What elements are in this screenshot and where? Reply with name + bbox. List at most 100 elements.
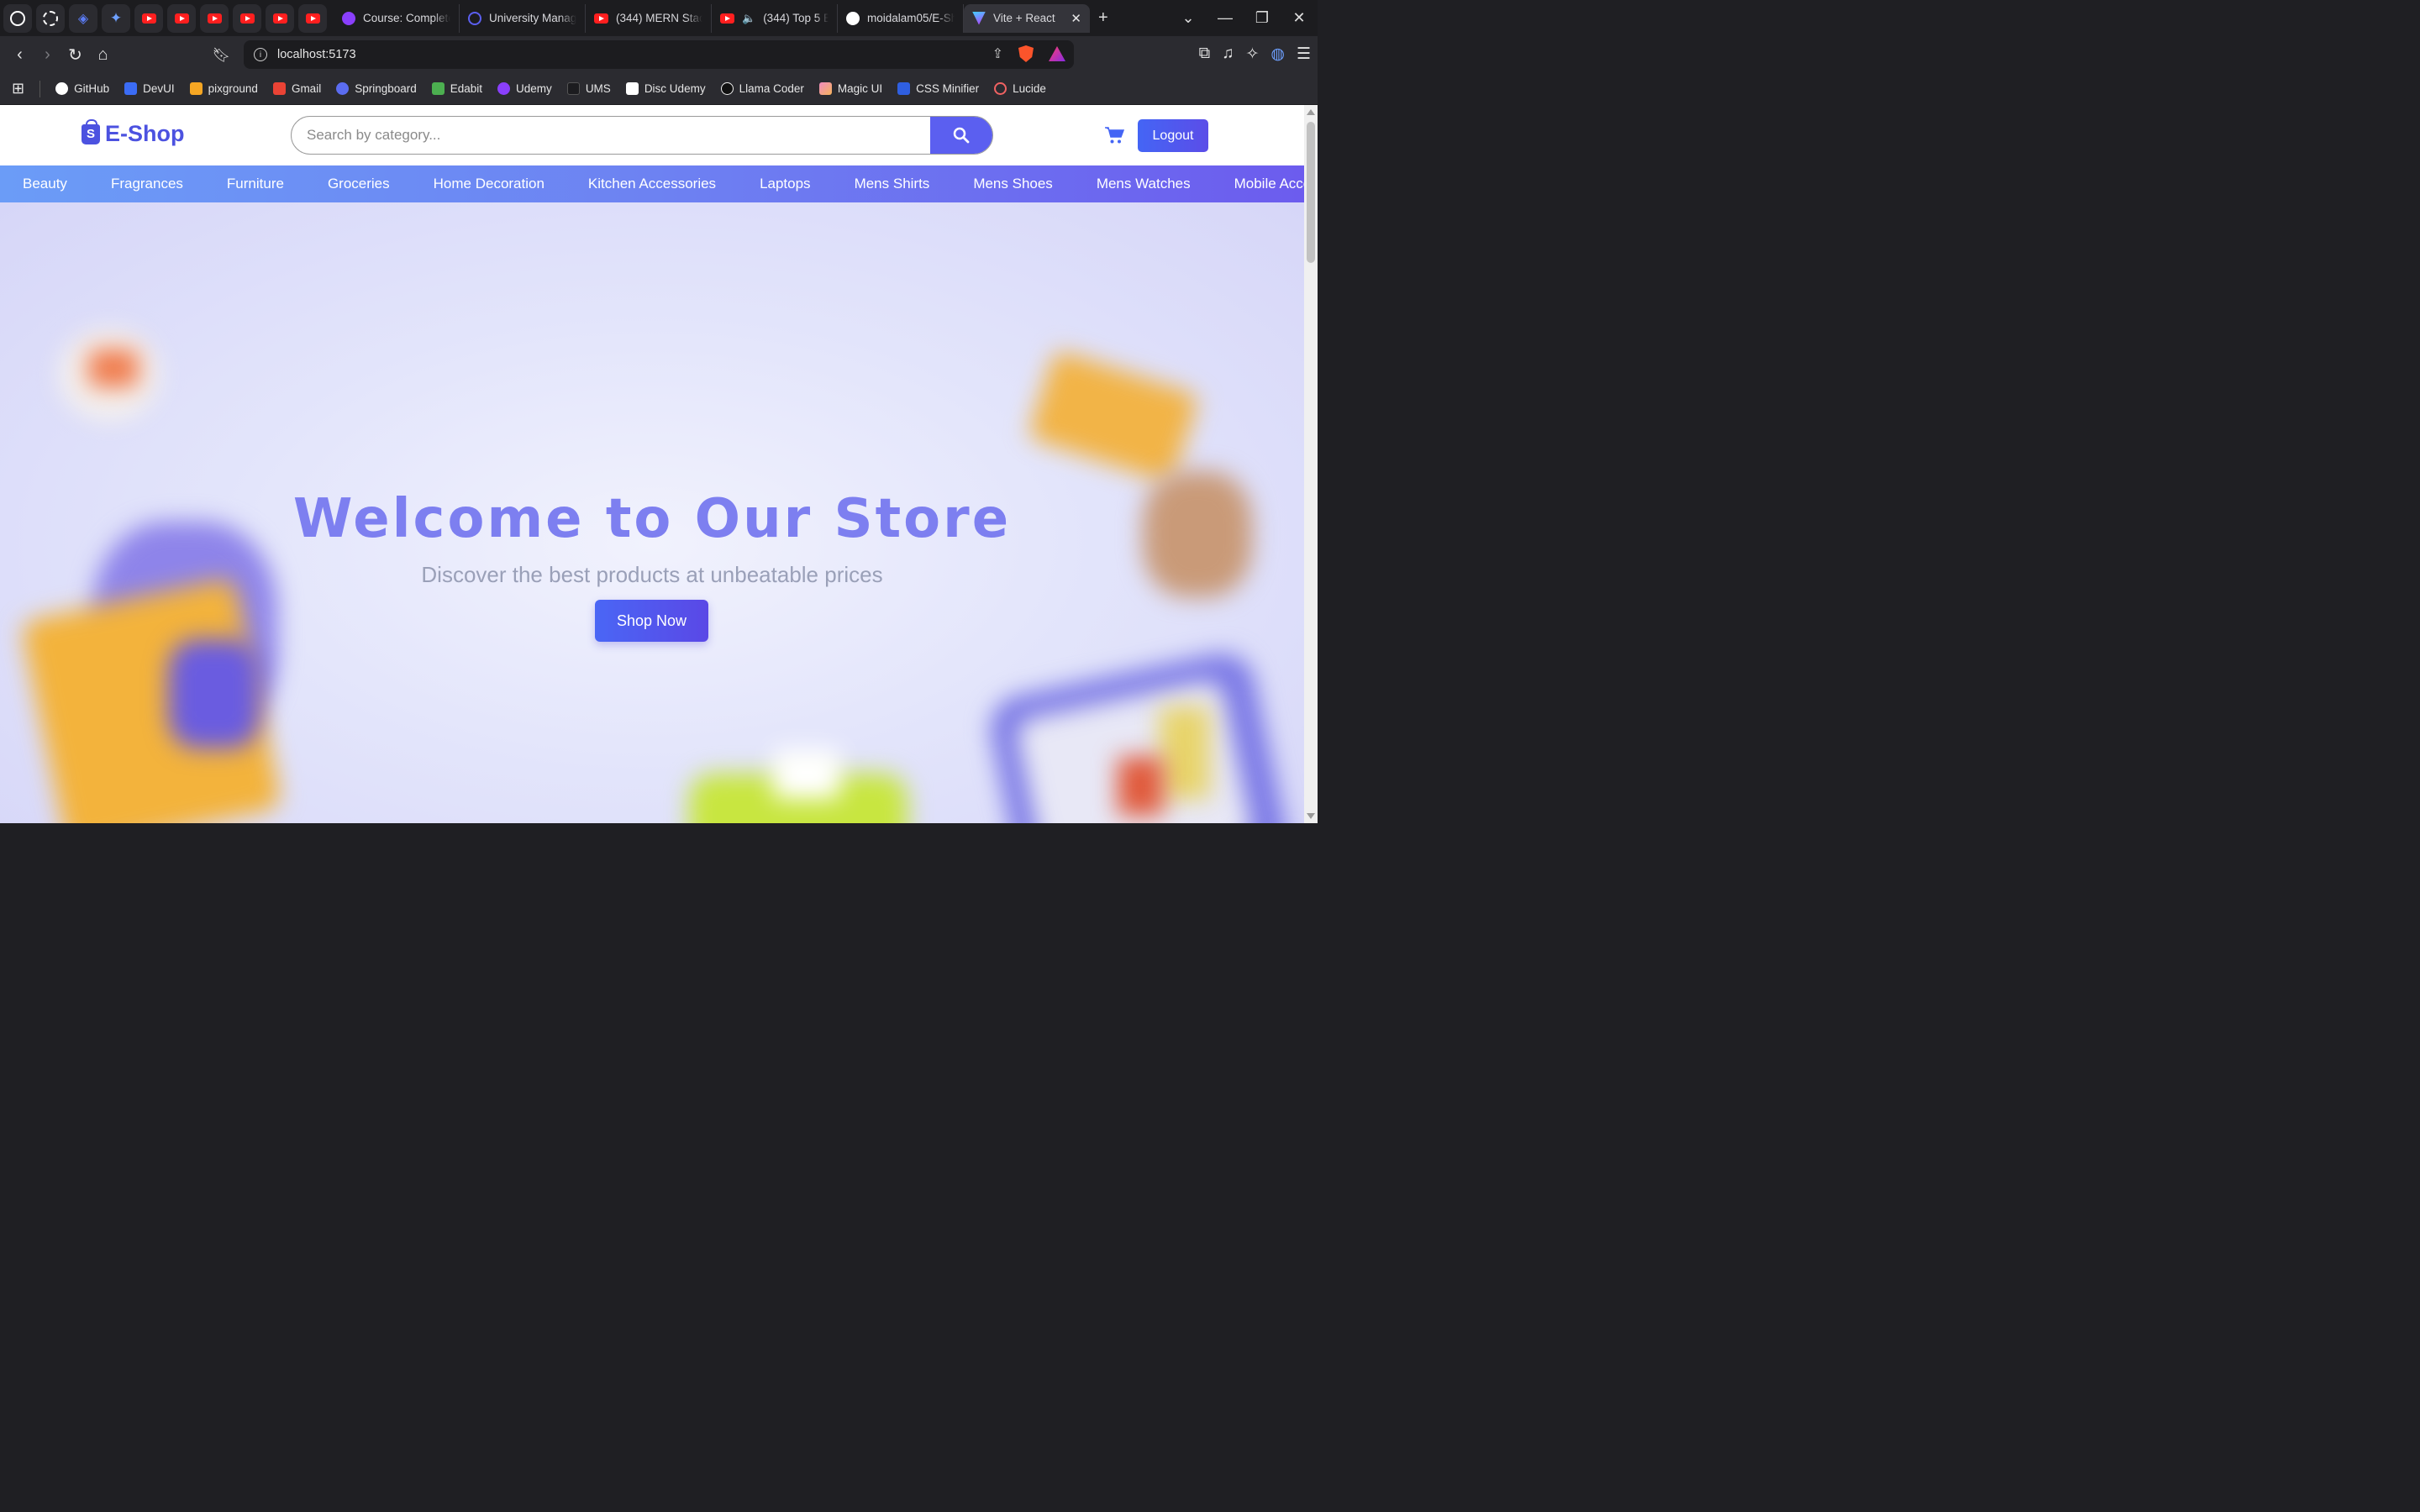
pinned-tab-deepseek[interactable]: ◈ bbox=[69, 3, 97, 33]
tab-strip: ◈ ✦ Course: Complete University Manag (3… bbox=[0, 0, 1318, 36]
pinned-tab-youtube[interactable] bbox=[266, 3, 294, 33]
bookmark-udemy[interactable]: Udemy bbox=[497, 82, 552, 95]
category-nav: Beauty Fragrances Furniture Groceries Ho… bbox=[0, 165, 1304, 202]
ums-icon bbox=[566, 82, 580, 95]
category-link[interactable]: Mens Shirts bbox=[855, 176, 930, 192]
search-bar bbox=[291, 116, 993, 155]
hero-subtitle: Discover the best products at unbeatable… bbox=[421, 562, 883, 587]
bookmark-pixground[interactable]: pixground bbox=[189, 82, 258, 95]
lucide-icon bbox=[994, 82, 1007, 95]
tab-title: Vite + React bbox=[993, 12, 1055, 24]
restore-button[interactable]: ❐ bbox=[1244, 9, 1281, 27]
close-window-button[interactable]: ✕ bbox=[1281, 9, 1318, 27]
bookmark-ums[interactable]: UMS bbox=[566, 82, 611, 95]
category-link[interactable]: Mobile Accessories bbox=[1234, 176, 1304, 192]
hero-background-art bbox=[1160, 706, 1210, 799]
media-icon[interactable]: ♫ bbox=[1222, 45, 1234, 64]
bookmark-llama-coder[interactable]: Llama Coder bbox=[720, 82, 804, 95]
site-logo[interactable]: E-Shop bbox=[82, 118, 185, 147]
bookmark-gmail[interactable]: Gmail bbox=[272, 82, 322, 95]
reload-button[interactable]: ↻ bbox=[61, 41, 89, 69]
bookmark-css-minifier[interactable]: CSS Minifier bbox=[897, 82, 979, 95]
pinned-tab-youtube[interactable] bbox=[233, 3, 261, 33]
category-link[interactable]: Groceries bbox=[328, 176, 390, 192]
hero-section: Welcome to Our Store Discover the best p… bbox=[0, 202, 1304, 823]
youtube-icon bbox=[720, 13, 734, 24]
shopping-bag-icon bbox=[82, 118, 100, 144]
tab-search-icon[interactable]: ⌄ bbox=[1170, 9, 1207, 27]
category-link[interactable]: Mens Watches bbox=[1097, 176, 1191, 192]
share-icon[interactable]: ⇪ bbox=[992, 45, 1003, 62]
youtube-icon bbox=[141, 13, 156, 24]
pinned-tab-gemini[interactable]: ✦ bbox=[102, 3, 130, 33]
whatsapp-icon bbox=[10, 10, 25, 26]
apps-grid-icon[interactable]: ⊞ bbox=[12, 80, 24, 97]
tab-course[interactable]: Course: Complete bbox=[334, 3, 460, 33]
pinned-tab-whatsapp[interactable] bbox=[3, 3, 32, 33]
back-button[interactable]: ‹ bbox=[6, 41, 34, 69]
logout-button[interactable]: Logout bbox=[1138, 119, 1208, 152]
url-text: localhost:5173 bbox=[277, 48, 356, 61]
reload-icon: ↻ bbox=[68, 45, 82, 65]
forward-button[interactable]: › bbox=[34, 41, 61, 69]
youtube-icon bbox=[174, 13, 189, 24]
bookmark-button[interactable]: 🔖︎ bbox=[208, 41, 235, 69]
category-link[interactable]: Beauty bbox=[23, 176, 67, 192]
brave-rewards-icon[interactable]: 1 bbox=[1049, 46, 1065, 61]
speaker-icon[interactable]: 🔈 bbox=[742, 12, 755, 25]
close-tab-icon[interactable]: ✕ bbox=[1071, 11, 1081, 26]
bookmark-lucide[interactable]: Lucide bbox=[994, 82, 1046, 95]
tab-top5[interactable]: 🔈 (344) Top 5 B bbox=[712, 3, 838, 33]
tab-title: moidalam05/E-Sh bbox=[867, 12, 955, 24]
shop-now-button[interactable]: Shop Now bbox=[595, 600, 708, 642]
udemy-icon bbox=[342, 11, 355, 25]
new-tab-button[interactable]: + bbox=[1090, 4, 1123, 33]
address-bar-actions: ⇪ 1 bbox=[992, 45, 1065, 62]
minimize-button[interactable]: — bbox=[1207, 9, 1244, 27]
brave-shields-icon[interactable] bbox=[1018, 45, 1034, 62]
tab-university[interactable]: University Manag bbox=[460, 3, 586, 33]
bookmark-github[interactable]: GitHub bbox=[55, 82, 109, 95]
category-link[interactable]: Furniture bbox=[227, 176, 284, 192]
leo-ai-icon[interactable]: ✧ bbox=[1245, 45, 1259, 64]
tab-vite-react[interactable]: Vite + React ✕ bbox=[964, 3, 1090, 33]
bookmark-magic-ui[interactable]: Magic UI bbox=[818, 82, 882, 95]
category-link[interactable]: Fragrances bbox=[111, 176, 183, 192]
scrollbar-thumb[interactable] bbox=[1307, 122, 1315, 263]
pinned-tab-chatgpt[interactable] bbox=[36, 3, 65, 33]
pinned-tab-youtube[interactable] bbox=[134, 3, 163, 33]
home-button[interactable]: ⌂ bbox=[89, 41, 117, 69]
bookmark-disc-udemy[interactable]: Disc Udemy bbox=[625, 82, 706, 95]
page-scrollbar[interactable] bbox=[1304, 105, 1318, 823]
category-link[interactable]: Kitchen Accessories bbox=[588, 176, 716, 192]
category-link[interactable]: Home Decoration bbox=[434, 176, 544, 192]
window-controls: ⌄ — ❐ ✕ bbox=[1170, 9, 1318, 27]
bookmark-edabit[interactable]: Edabit bbox=[431, 82, 482, 95]
pinned-tab-youtube[interactable] bbox=[167, 3, 196, 33]
bookmark-label: Springboard bbox=[355, 82, 417, 95]
pinned-tab-youtube[interactable] bbox=[298, 3, 327, 33]
menu-icon[interactable]: ☰ bbox=[1297, 45, 1311, 64]
scroll-down-icon[interactable] bbox=[1307, 813, 1315, 819]
pinned-tab-youtube[interactable] bbox=[200, 3, 229, 33]
bookmark-devui[interactable]: DevUI bbox=[124, 82, 175, 95]
search-button[interactable] bbox=[930, 117, 992, 154]
wallet-icon[interactable]: ◍ bbox=[1270, 45, 1285, 64]
bookmark-springboard[interactable]: Springboard bbox=[336, 82, 417, 95]
hero-background-art bbox=[773, 748, 840, 799]
hero-background-art bbox=[1118, 757, 1164, 816]
bookmark-label: Lucide bbox=[1013, 82, 1046, 95]
category-link[interactable]: Mens Shoes bbox=[973, 176, 1053, 192]
cart-button[interactable] bbox=[1104, 126, 1125, 149]
circle-icon bbox=[468, 11, 481, 25]
search-input[interactable] bbox=[292, 117, 930, 154]
bookmark-label: Gmail bbox=[291, 82, 322, 95]
address-bar[interactable]: i localhost:5173 ⇪ 1 bbox=[244, 40, 1074, 69]
site-info-icon[interactable]: i bbox=[254, 48, 267, 61]
tab-github[interactable]: moidalam05/E-Sh bbox=[838, 3, 964, 33]
tab-mern[interactable]: (344) MERN Stack bbox=[586, 3, 712, 33]
scroll-up-icon[interactable] bbox=[1307, 109, 1315, 115]
category-link[interactable]: Laptops bbox=[760, 176, 811, 192]
cart-icon bbox=[1105, 127, 1125, 144]
extensions-icon[interactable]: ⧉ bbox=[1199, 45, 1211, 64]
